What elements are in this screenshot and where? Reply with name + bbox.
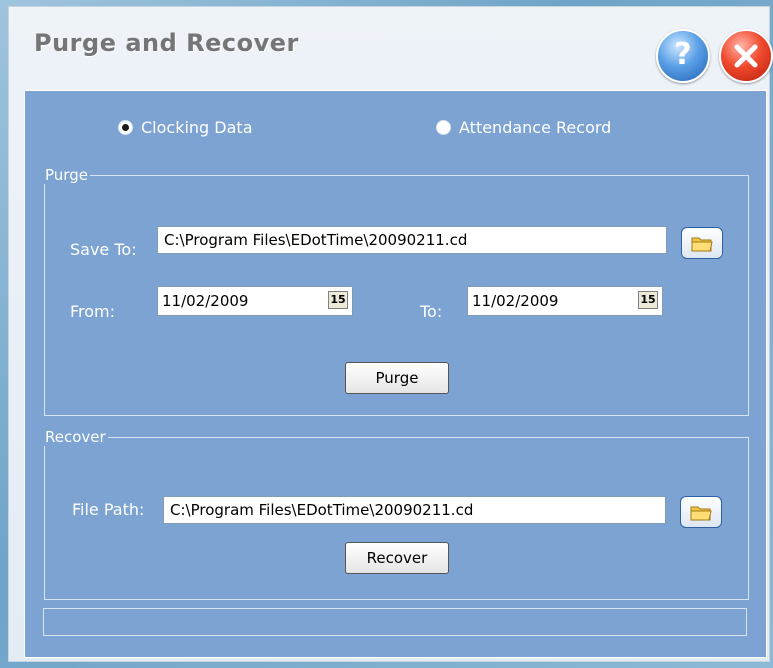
help-button[interactable]: ? <box>656 29 710 83</box>
to-date-input[interactable]: 11/02/2009 15 <box>467 286 663 316</box>
close-button[interactable] <box>719 29 773 83</box>
radio-button-checked[interactable] <box>118 120 133 135</box>
recover-button[interactable]: Recover <box>345 542 449 574</box>
purge-group-legend: Purge <box>43 166 90 184</box>
from-date-input[interactable]: 11/02/2009 15 <box>157 286 353 316</box>
folder-icon <box>691 237 713 252</box>
radio-label-attendance-record: Attendance Record <box>459 118 612 137</box>
folder-icon <box>690 506 712 521</box>
close-icon <box>734 44 758 68</box>
radio-button-unchecked[interactable] <box>436 120 451 135</box>
purge-button[interactable]: Purge <box>345 362 449 394</box>
file-path-input[interactable]: C:\Program Files\EDotTime\20090211.cd <box>163 496 666 524</box>
calendar-icon[interactable]: 15 <box>638 291 658 309</box>
save-to-label: Save To: <box>70 240 137 259</box>
window-title: Purge and Recover <box>34 29 299 57</box>
from-label: From: <box>70 302 116 321</box>
question-mark-icon: ? <box>674 37 692 72</box>
save-to-input[interactable]: C:\Program Files\EDotTime\20090211.cd <box>157 226 667 254</box>
radio-label-clocking-data: Clocking Data <box>141 118 253 137</box>
calendar-icon[interactable]: 15 <box>328 291 348 309</box>
radio-attendance-record[interactable]: Attendance Record <box>436 118 611 137</box>
file-path-label: File Path: <box>72 500 145 519</box>
to-date-value: 11/02/2009 <box>472 292 559 310</box>
recover-group-legend: Recover <box>43 428 108 446</box>
radio-clocking-data[interactable]: Clocking Data <box>118 118 253 137</box>
status-bar <box>43 608 747 636</box>
save-to-browse-button[interactable] <box>681 227 723 259</box>
from-date-value: 11/02/2009 <box>162 292 249 310</box>
to-label: To: <box>420 302 443 321</box>
file-path-browse-button[interactable] <box>680 496 722 528</box>
